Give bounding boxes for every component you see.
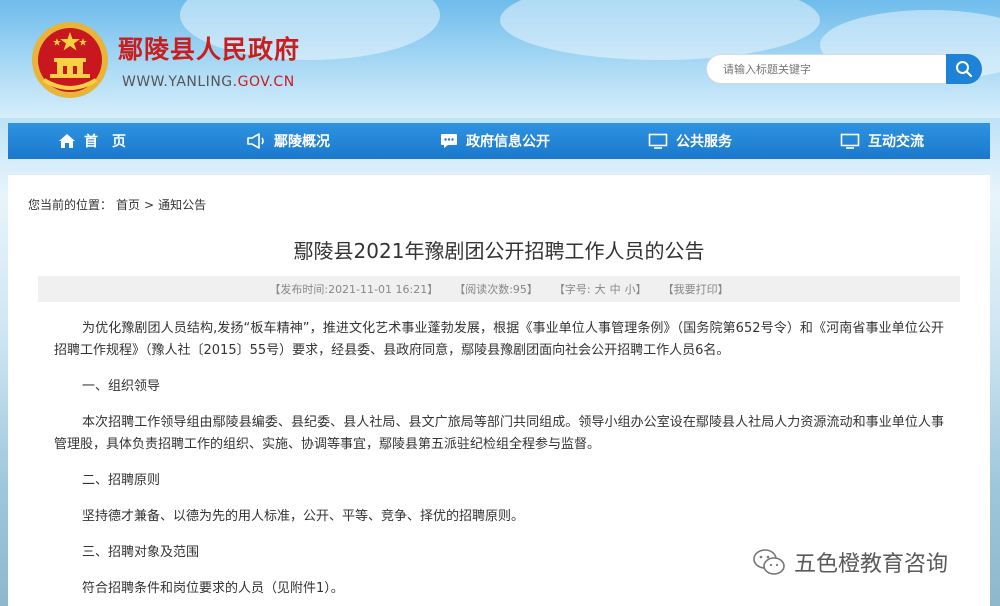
article-paragraph: 符合招聘条件和岗位要求的人员（见附件1）。 — [82, 581, 344, 596]
nav-item-overview[interactable]: 鄢陵概况 — [246, 123, 330, 159]
font-size-medium-link[interactable]: 中 — [610, 281, 621, 297]
wechat-watermark: 五色橙教育咨询 — [752, 546, 948, 578]
nav-item-interaction[interactable]: 互动交流 — [840, 123, 924, 159]
national-emblem-logo[interactable] — [30, 20, 110, 100]
search-input[interactable] — [706, 54, 948, 84]
cloud-decoration — [500, 0, 820, 60]
home-icon — [59, 134, 75, 148]
font-size-large-link[interactable]: 大 — [595, 281, 606, 297]
site-url: WWW.YANLING.GOV.CN — [122, 74, 295, 90]
nav-item-label: 互动交流 — [868, 134, 924, 150]
font-size-small-link[interactable]: 小】 — [625, 281, 647, 297]
section-heading: 二、招聘原则 — [82, 473, 161, 488]
section-heading: 一、组织领导 — [82, 379, 161, 394]
site-title: 鄢陵县人民政府 — [118, 35, 301, 64]
nav-item-label: 政府信息公开 — [466, 134, 550, 150]
megaphone-icon — [247, 133, 264, 149]
article-title: 鄢陵县2021年豫剧团公开招聘工作人员的公告 — [293, 239, 705, 263]
chat-icon — [441, 134, 457, 148]
publish-time: 【发布时间:2021-11-01 16:21】 — [269, 283, 439, 296]
monitor-icon — [840, 133, 860, 149]
breadcrumb-home-link[interactable]: 首页 — [116, 198, 140, 212]
site-url-suffix: .GOV.CN — [232, 74, 295, 90]
nav-item-label: 公共服务 — [676, 134, 732, 150]
breadcrumb-current-link[interactable]: 通知公告 — [158, 198, 206, 212]
nav-item-label: 首 页 — [84, 134, 126, 150]
nav-item-public-service[interactable]: 公共服务 — [648, 123, 732, 159]
search-box — [706, 54, 982, 84]
main-nav: 首 页 鄢陵概况 政府信息公开 公共服务 互动交流 — [8, 123, 990, 159]
print-link[interactable]: 【我要打印】 — [663, 281, 729, 297]
search-button[interactable] — [946, 54, 982, 84]
view-count: 【阅读次数:95】 — [454, 283, 538, 296]
breadcrumb-prefix: 您当前的位置： — [28, 198, 113, 212]
article-paragraph: 坚持德才兼备、以德为先的用人标准，公开、平等、竞争、择优的招聘原则。 — [82, 509, 525, 524]
article-meta-bar: 【发布时间:2021-11-01 16:21】 【阅读次数:95】 【字号: 大… — [38, 276, 960, 302]
content-panel: 您当前的位置： 首页 > 通知公告 鄢陵县2021年豫剧团公开招聘工作人员的公告 【发… — [8, 175, 990, 606]
nav-item-label: 鄢陵概况 — [274, 134, 330, 150]
nav-item-gov-info[interactable]: 政府信息公开 — [440, 123, 550, 159]
article-paragraph: 为优化豫剧团人员结构,发扬“板车精神”，推进文化艺术事业蓬勃发展，根据《事业单位… — [54, 321, 944, 358]
site-header: 鄢陵县人民政府 WWW.YANLING.GOV.CN — [0, 0, 1000, 118]
search-icon — [956, 61, 973, 78]
wechat-icon — [753, 549, 785, 575]
nav-item-home[interactable]: 首 页 — [58, 123, 126, 159]
font-size-controls: 【字号: 大 中 小】 — [554, 281, 647, 297]
watermark-text: 五色橙教育咨询 — [794, 552, 949, 577]
breadcrumb-separator: > — [144, 198, 155, 212]
article-paragraph: 本次招聘工作领导组由鄢陵县编委、县纪委、县人社局、县文广旅局等部门共同组成。领导… — [54, 415, 944, 452]
monitor-icon — [648, 133, 668, 149]
breadcrumb: 您当前的位置： 首页 > 通知公告 — [28, 196, 210, 213]
font-size-label: 【字号: — [553, 283, 591, 296]
site-url-prefix: WWW.YANLING — [122, 74, 233, 90]
